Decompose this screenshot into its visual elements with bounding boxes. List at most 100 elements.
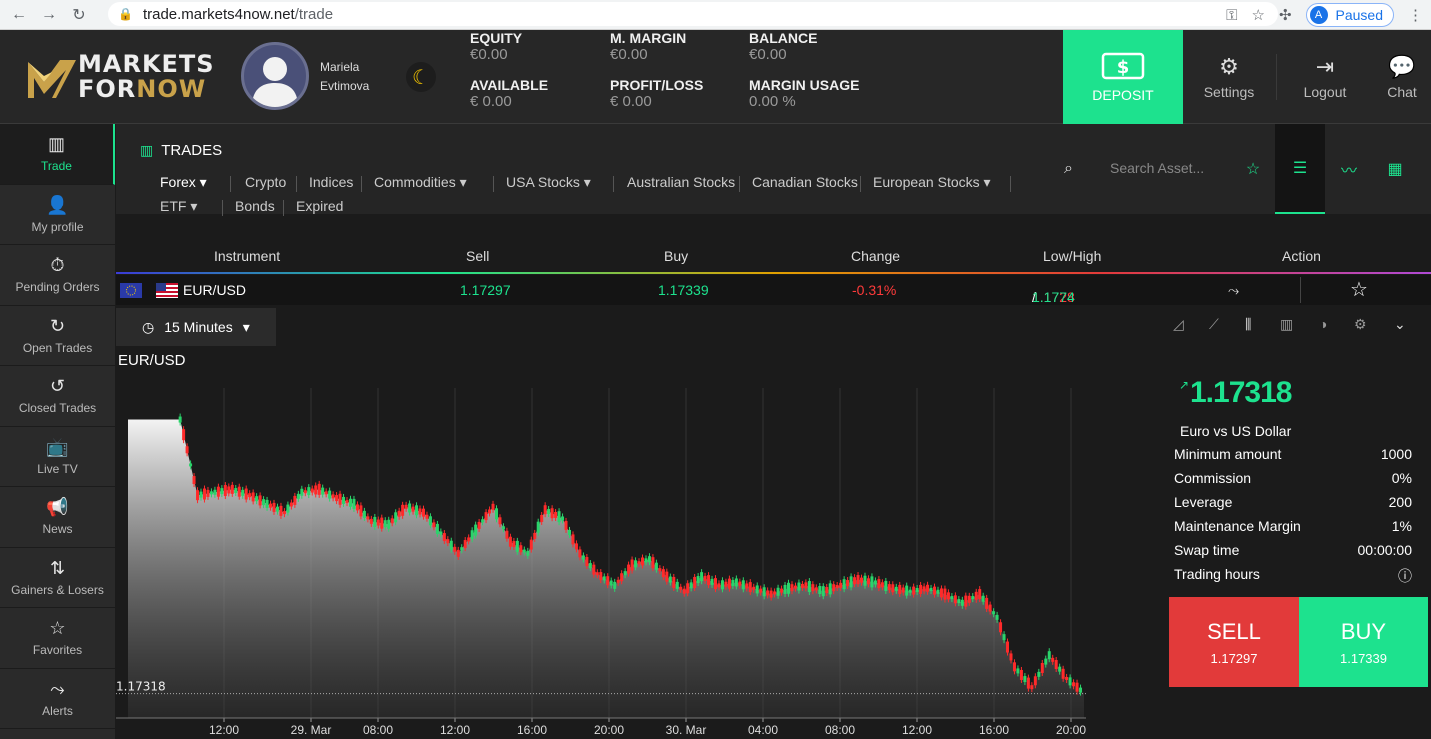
candle (449, 540, 453, 550)
tab-indices[interactable]: Indices (309, 174, 353, 190)
candle (887, 584, 891, 591)
chart-view-button[interactable]: 〰 (1324, 124, 1374, 214)
address-bar[interactable]: 🔒 trade.markets4now.net/trade (108, 2, 1278, 26)
logo[interactable]: MARKETS FORNOW (26, 52, 215, 102)
sidebar-item-alerts[interactable]: ⤳ Alerts (0, 669, 115, 729)
price-chart[interactable]: EUR/USD 12:00 29. Mar 08:00 12:00 16:00 20:00… (116, 346, 1116, 739)
candle (1026, 677, 1030, 689)
candle (964, 595, 968, 607)
candle (835, 585, 839, 589)
candle (839, 582, 843, 588)
chat-button[interactable]: 💬 Chat (1380, 30, 1424, 124)
avatar[interactable] (241, 42, 309, 110)
tab-bonds[interactable]: Bonds (235, 198, 275, 214)
candle (714, 578, 718, 590)
candle (574, 543, 578, 550)
x-tick-label: 12:00 (209, 723, 239, 737)
candle (644, 558, 648, 563)
search-input[interactable]: Search Asset... (1110, 160, 1204, 176)
theme-toggle-moon-icon[interactable]: ☾ (406, 62, 436, 92)
deposit-button[interactable]: $ DEPOSIT (1063, 30, 1183, 124)
search-icon[interactable]: ⌕ (1064, 160, 1073, 178)
candle (383, 520, 387, 528)
chart-toolbar: ◷ 15 Minutes ▾ ◿ ⟋ ⫼ ▥ ◑ ⚙ ⌄ (116, 306, 1431, 346)
table-row[interactable]: EUR/USD 1.17297 1.17339 -0.31% 1.1728 / … (116, 275, 1431, 305)
area-chart-icon[interactable]: ◿ (1173, 316, 1184, 333)
info-icon[interactable]: ⓘ (1398, 566, 1412, 586)
candle (870, 576, 874, 588)
candle (842, 579, 846, 590)
back-icon[interactable]: ← (8, 4, 30, 26)
sell-button[interactable]: SELL 1.17297 (1169, 597, 1299, 687)
chart-bars-icon: ▥ (140, 142, 154, 158)
change-value: -0.31% (852, 282, 897, 298)
sidebar-item-favorites[interactable]: ☆ Favorites (0, 608, 115, 669)
candle (237, 486, 241, 497)
candle (884, 580, 888, 591)
tab-etf[interactable]: ETF ▾ (160, 198, 197, 215)
reload-icon[interactable]: ↻ (68, 4, 90, 26)
bar-chart-icon[interactable]: ▥ (1280, 316, 1293, 333)
chevron-down-icon[interactable]: ⌄ (1394, 316, 1406, 333)
contrast-icon[interactable]: ◑ (1319, 316, 1327, 332)
grid-view-button[interactable]: ▦ (1370, 124, 1420, 214)
line-chart-icon[interactable]: ⟋ (1209, 316, 1219, 333)
tab-expired[interactable]: Expired (296, 198, 343, 214)
candle (189, 463, 193, 467)
candle (846, 580, 850, 587)
candle (950, 596, 954, 600)
tab-australian-stocks[interactable]: Australian Stocks (627, 174, 735, 190)
candle (265, 499, 269, 508)
x-tick-label: 04:00 (748, 723, 778, 737)
candle (335, 495, 339, 502)
candle (647, 556, 651, 563)
candle (811, 584, 815, 592)
tab-european-stocks[interactable]: European Stocks ▾ (873, 174, 991, 191)
candle (230, 484, 234, 494)
bookmark-star-icon[interactable]: ☆ (1251, 6, 1264, 24)
tab-forex[interactable]: Forex ▾ (160, 174, 207, 191)
profile-button[interactable]: A Paused (1305, 3, 1394, 27)
settings-icon[interactable]: ⚙ (1354, 316, 1367, 333)
browser-menu-icon[interactable]: ⋮ (1408, 6, 1423, 24)
tab-usa-stocks[interactable]: USA Stocks ▾ (506, 174, 591, 191)
sidebar-item-pending-orders[interactable]: ⏱ Pending Orders (0, 245, 115, 306)
sidebar-item-gainers-losers[interactable]: ⇅ Gainers & Losers (0, 548, 115, 608)
candle (974, 591, 978, 600)
sidebar-item-news[interactable]: 📢 News (0, 487, 115, 548)
tab-canadian-stocks[interactable]: Canadian Stocks (752, 174, 858, 190)
candle (352, 498, 356, 509)
sidebar-item-trade[interactable]: ▥ Trade (0, 124, 115, 185)
candle (550, 508, 554, 519)
key-icon[interactable]: ⚿ (1226, 7, 1237, 24)
interval-select[interactable]: ◷ 15 Minutes ▾ (116, 308, 276, 346)
tab-commodities[interactable]: Commodities ▾ (374, 174, 467, 191)
candles-icon[interactable]: ⫼ (1245, 316, 1251, 333)
candle (675, 581, 679, 589)
forward-icon[interactable]: → (38, 4, 60, 26)
logout-button[interactable]: ⇥ Logout (1298, 30, 1352, 124)
settings-button[interactable]: ⚙ Settings (1200, 30, 1258, 124)
candle (397, 510, 401, 517)
sidebar-item-my-profile[interactable]: 👤 My profile (0, 185, 115, 245)
x-tick-label: 16:00 (517, 723, 547, 737)
col-change: Change (851, 248, 901, 264)
sidebar-item-live-tv[interactable]: 📺 Live TV (0, 427, 115, 487)
candle (939, 588, 943, 598)
sidebar-item-closed-trades[interactable]: ↺ Closed Trades (0, 366, 115, 427)
extensions-icon[interactable]: ✣ (1279, 6, 1292, 24)
info-leverage: Leverage 200 (1174, 494, 1412, 510)
tab-crypto[interactable]: Crypto (245, 174, 286, 190)
favorite-star-icon[interactable]: ☆ (1350, 277, 1368, 302)
candle (557, 511, 561, 523)
chart-canvas: 12:00 29. Mar 08:00 12:00 16:00 20:00 30. Mar 0… (116, 388, 1086, 737)
favorites-filter-button[interactable]: ☆ (1228, 124, 1278, 214)
candle (1006, 641, 1010, 653)
open-trades-icon: ↻ (49, 315, 66, 336)
alert-icon[interactable]: ⤳ (1228, 282, 1239, 299)
buy-button[interactable]: BUY 1.17339 (1299, 597, 1428, 687)
sidebar-item-open-trades[interactable]: ↻ Open Trades (0, 306, 115, 366)
candle (873, 580, 877, 585)
candle (1058, 666, 1062, 672)
list-view-button[interactable]: ☰ (1275, 124, 1325, 214)
